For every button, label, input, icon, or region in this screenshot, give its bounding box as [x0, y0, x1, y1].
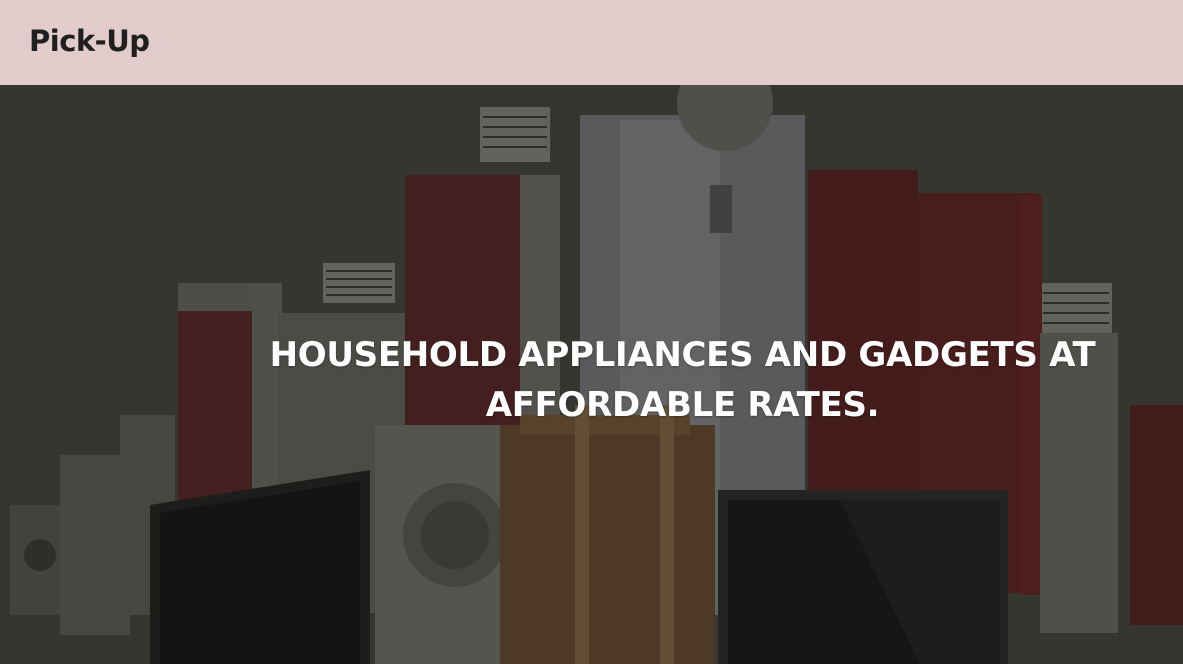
brand-logo[interactable]: Pick-Up: [29, 24, 150, 58]
top-navbar: Pick-Up: [0, 0, 1183, 85]
hero-banner: HOUSEHOLD APPLIANCES AND GADGETS AT AFFO…: [0, 85, 1183, 664]
hero-headline: HOUSEHOLD APPLIANCES AND GADGETS AT AFFO…: [269, 335, 1096, 425]
